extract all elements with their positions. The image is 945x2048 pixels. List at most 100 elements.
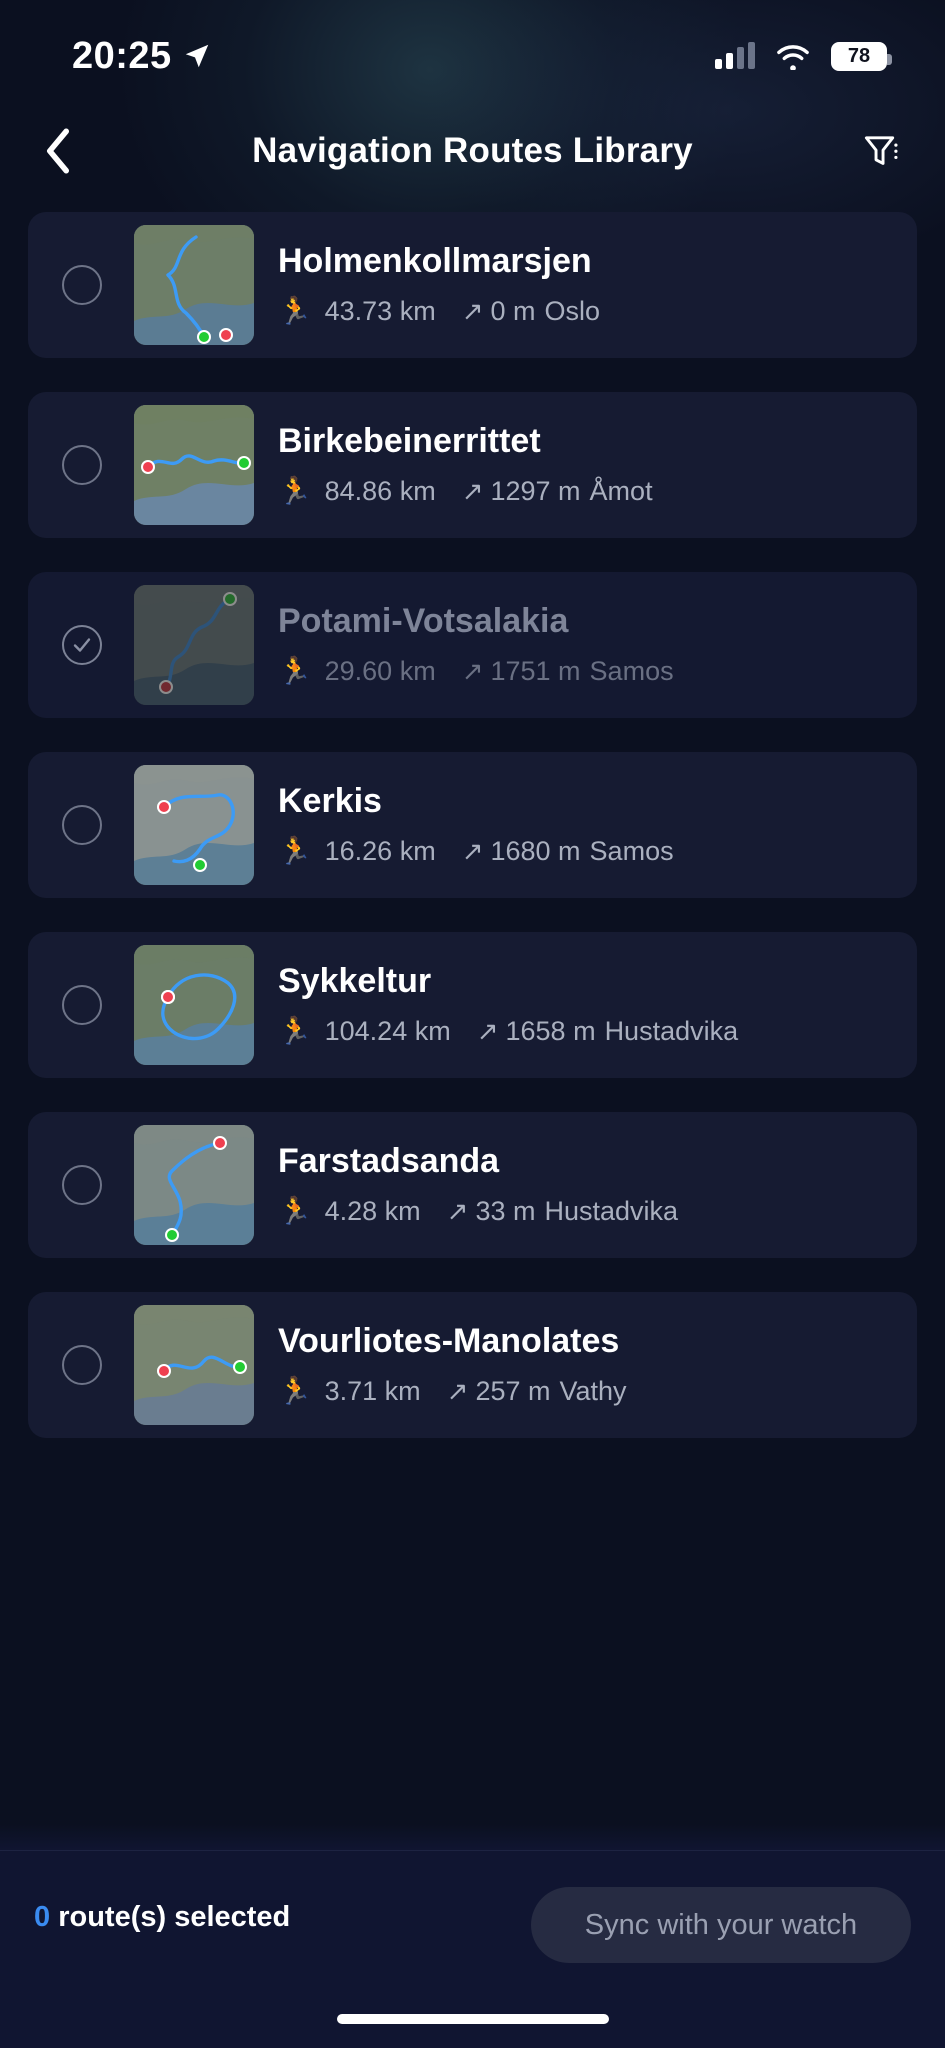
- route-map-thumbnail: [134, 405, 254, 525]
- running-icon: 🏃: [278, 476, 312, 507]
- routes-list[interactable]: Holmenkollmarsjen 🏃 43.73 km ↗ 0 m Oslo …: [0, 190, 945, 1922]
- chevron-left-icon: [46, 128, 70, 174]
- route-card[interactable]: Farstadsanda 🏃 4.28 km ↗ 33 m Hustadvika: [28, 1112, 917, 1258]
- route-map-thumbnail: [134, 945, 254, 1065]
- route-map-thumbnail: [134, 225, 254, 345]
- running-icon: 🏃: [278, 1016, 312, 1047]
- route-select-checkbox[interactable]: [62, 805, 102, 845]
- route-map-thumbnail: [134, 765, 254, 885]
- route-location: Hustadvika: [544, 1196, 679, 1227]
- route-thumbnail[interactable]: [134, 1125, 254, 1245]
- route-thumbnail[interactable]: [134, 405, 254, 525]
- route-info: Vourliotes-Manolates 🏃 3.71 km ↗ 257 m V…: [278, 1321, 627, 1407]
- battery-indicator: 78: [831, 41, 892, 71]
- route-card[interactable]: Sykkeltur 🏃 104.24 km ↗ 1658 m Hustadvik…: [28, 932, 917, 1078]
- route-stats: 🏃 84.86 km ↗ 1297 m Åmot: [278, 476, 653, 507]
- route-name: Farstadsanda: [278, 1141, 500, 1180]
- route-card[interactable]: Holmenkollmarsjen 🏃 43.73 km ↗ 0 m Oslo: [28, 212, 917, 358]
- arrow-up-right-icon: ↗: [461, 296, 484, 327]
- route-select-checkbox[interactable]: [62, 985, 102, 1025]
- status-bar-left: 20:25: [72, 35, 212, 78]
- filter-button[interactable]: [853, 123, 909, 179]
- running-icon: 🏃: [278, 296, 312, 327]
- route-name: Holmenkollmarsjen: [278, 241, 592, 280]
- route-stats: 🏃 4.28 km ↗ 33 m Hustadvika: [278, 1196, 678, 1227]
- bottom-action-bar: 0 route(s) selected Sync with your watch: [0, 1850, 945, 2048]
- route-location: Samos: [589, 656, 674, 687]
- route-info: Potami-Votsalakia 🏃 29.60 km ↗ 1751 m Sa…: [278, 601, 674, 687]
- home-indicator: [336, 2014, 609, 2024]
- route-name: Kerkis: [278, 781, 382, 820]
- route-location: Åmot: [589, 476, 653, 507]
- filter-icon: [864, 136, 898, 165]
- battery-percent: 78: [847, 45, 871, 67]
- route-thumbnail[interactable]: [134, 765, 254, 885]
- arrow-up-right-icon: ↗: [446, 1196, 469, 1227]
- route-distance: 16.26 km: [324, 836, 436, 867]
- route-elevation: 0 m: [490, 296, 536, 327]
- route-card[interactable]: Birkebeinerrittet 🏃 84.86 km ↗ 1297 m Åm…: [28, 392, 917, 538]
- back-button[interactable]: [30, 123, 86, 179]
- route-distance: 104.24 km: [324, 1016, 451, 1047]
- route-elevation: 33 m: [475, 1196, 536, 1227]
- running-icon: 🏃: [278, 656, 312, 687]
- route-stats: 🏃 43.73 km ↗ 0 m Oslo: [278, 296, 600, 327]
- running-icon: 🏃: [278, 1376, 312, 1407]
- status-bar-clock: 20:25: [72, 34, 172, 77]
- route-stats: 🏃 29.60 km ↗ 1751 m Samos: [278, 656, 674, 687]
- route-map-thumbnail: [134, 1125, 254, 1245]
- route-thumbnail[interactable]: [134, 585, 254, 705]
- route-distance: 29.60 km: [324, 656, 436, 687]
- route-thumbnail[interactable]: [134, 1305, 254, 1425]
- arrow-up-right-icon: ↗: [461, 476, 484, 507]
- route-info: Birkebeinerrittet 🏃 84.86 km ↗ 1297 m Åm…: [278, 421, 653, 507]
- route-thumbnail[interactable]: [134, 945, 254, 1065]
- route-elevation: 1297 m: [490, 476, 581, 507]
- route-select-checkbox[interactable]: [62, 445, 102, 485]
- route-name: Potami-Votsalakia: [278, 601, 569, 640]
- route-card[interactable]: Vourliotes-Manolates 🏃 3.71 km ↗ 257 m V…: [28, 1292, 917, 1438]
- route-select-checkbox[interactable]: [62, 1345, 102, 1385]
- route-name: Vourliotes-Manolates: [278, 1321, 620, 1360]
- route-distance: 84.86 km: [324, 476, 436, 507]
- route-select-checkbox[interactable]: [62, 625, 102, 665]
- arrow-up-right-icon: ↗: [461, 836, 484, 867]
- running-icon: 🏃: [278, 836, 312, 867]
- app-header: Navigation Routes Library: [0, 112, 945, 190]
- check-icon: [73, 638, 91, 652]
- route-stats: 🏃 16.26 km ↗ 1680 m Samos: [278, 836, 674, 867]
- route-elevation: 1680 m: [490, 836, 581, 867]
- selected-count-text: route(s) selected: [58, 1901, 291, 1933]
- app-screen: 20:25 78 Navigation Routes Library Holme…: [0, 0, 945, 2048]
- route-elevation: 257 m: [475, 1376, 551, 1407]
- status-bar-right: 78: [715, 41, 892, 71]
- route-stats: 🏃 3.71 km ↗ 257 m Vathy: [278, 1376, 627, 1407]
- route-name: Sykkeltur: [278, 961, 432, 1000]
- selected-count-number: 0: [34, 1901, 51, 1933]
- route-map-thumbnail: [134, 585, 254, 705]
- route-card[interactable]: Potami-Votsalakia 🏃 29.60 km ↗ 1751 m Sa…: [28, 572, 917, 718]
- route-elevation: 1751 m: [490, 656, 581, 687]
- route-select-checkbox[interactable]: [62, 1165, 102, 1205]
- route-card[interactable]: Kerkis 🏃 16.26 km ↗ 1680 m Samos: [28, 752, 917, 898]
- route-location: Vathy: [559, 1376, 627, 1407]
- arrow-up-right-icon: ↗: [461, 656, 484, 687]
- route-name: Birkebeinerrittet: [278, 421, 541, 460]
- route-select-checkbox[interactable]: [62, 265, 102, 305]
- selected-count-label: 0 route(s) selected: [34, 1887, 290, 1947]
- page-title: Navigation Routes Library: [252, 131, 693, 170]
- route-info: Sykkeltur 🏃 104.24 km ↗ 1658 m Hustadvik…: [278, 961, 738, 1047]
- route-thumbnail[interactable]: [134, 225, 254, 345]
- arrow-up-right-icon: ↗: [446, 1376, 469, 1407]
- running-icon: 🏃: [278, 1196, 312, 1227]
- cellular-signal-icon: [715, 42, 755, 69]
- route-elevation: 1658 m: [505, 1016, 596, 1047]
- route-info: Farstadsanda 🏃 4.28 km ↗ 33 m Hustadvika: [278, 1141, 678, 1227]
- sync-with-watch-button[interactable]: Sync with your watch: [531, 1887, 911, 1963]
- route-stats: 🏃 104.24 km ↗ 1658 m Hustadvika: [278, 1016, 738, 1047]
- route-info: Kerkis 🏃 16.26 km ↗ 1680 m Samos: [278, 781, 674, 867]
- route-distance: 4.28 km: [324, 1196, 421, 1227]
- route-location: Hustadvika: [604, 1016, 739, 1047]
- route-location: Oslo: [544, 296, 601, 327]
- wifi-icon: [777, 45, 809, 70]
